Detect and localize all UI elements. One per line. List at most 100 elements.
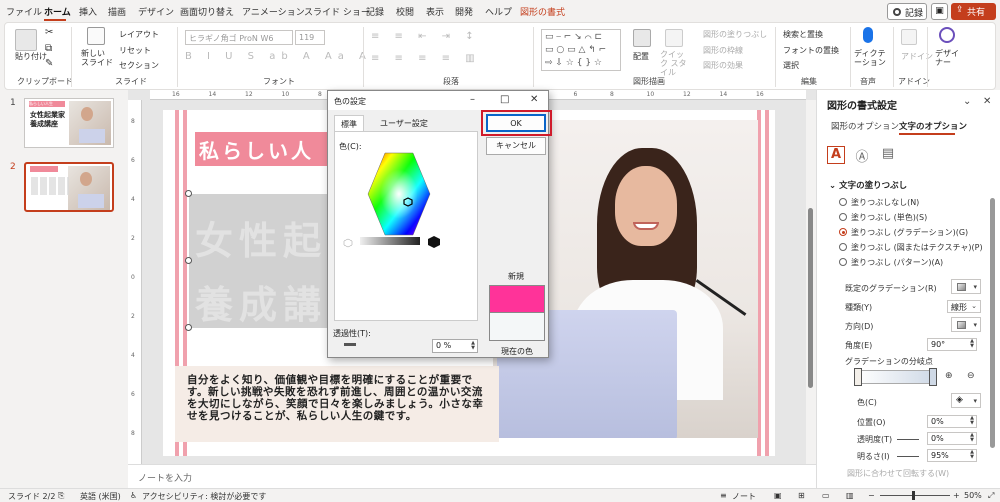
menu-view[interactable]: 表示 bbox=[426, 5, 444, 18]
editor-scrollbar-thumb[interactable] bbox=[808, 208, 813, 388]
preset-gradient-dropdown[interactable]: ▾ bbox=[951, 279, 981, 294]
spin-arrows-icon[interactable]: ▲ ▼ bbox=[970, 416, 974, 426]
menu-file[interactable]: ファイル bbox=[6, 5, 42, 18]
designer-button[interactable]: デザイナー bbox=[935, 49, 959, 67]
text-effects-icon[interactable]: Ⓐ bbox=[853, 146, 871, 165]
layout-button[interactable]: レイアウト bbox=[119, 29, 159, 40]
spin-arrows-icon[interactable]: ▲ ▼ bbox=[970, 433, 974, 443]
spin-arrows-icon[interactable]: ▲ ▼ bbox=[471, 341, 475, 351]
slide-thumbnail-1[interactable]: 私らしい人生 女性起業家 養成講座 bbox=[24, 98, 114, 148]
slide-title[interactable]: 私らしい人 bbox=[199, 135, 314, 164]
fit-slide-icon[interactable]: ⤢ bbox=[988, 491, 994, 501]
tab-standard[interactable]: 標準 bbox=[334, 115, 364, 131]
dictate-button[interactable]: ディクテーション bbox=[854, 49, 888, 67]
reading-view-icon[interactable]: ▭ bbox=[822, 491, 830, 500]
menu-home[interactable]: ホーム bbox=[44, 5, 71, 18]
menu-help[interactable]: ヘルプ bbox=[485, 5, 512, 18]
quick-style-button[interactable]: クイック スタイル bbox=[660, 50, 690, 77]
menu-animations[interactable]: アニメーション bbox=[242, 5, 305, 18]
menu-transitions[interactable]: 画面切り替え bbox=[180, 5, 234, 18]
addins-button[interactable]: アドイン bbox=[901, 51, 933, 62]
section-button[interactable]: セクション bbox=[119, 60, 159, 71]
copy-icon[interactable]: ⧉ bbox=[45, 43, 52, 54]
shape-effects-button[interactable]: 図形の効果 bbox=[703, 60, 743, 71]
type-dropdown[interactable]: 線形 ⌄ bbox=[947, 300, 981, 313]
radio-pattern-fill[interactable] bbox=[839, 258, 847, 266]
position-input[interactable]: 0% ▲ ▼ bbox=[927, 415, 977, 428]
radio-gradient-fill[interactable] bbox=[839, 228, 847, 236]
grayscale-row[interactable] bbox=[360, 237, 420, 245]
new-slide-button[interactable]: 新しい スライド bbox=[81, 49, 113, 67]
shape-outline-button[interactable]: 図形の枠線 bbox=[703, 45, 743, 56]
paragraph-buttons-top[interactable]: ≡ ≡ ⇤ ⇥ ↕ bbox=[371, 31, 480, 42]
transparency-slider[interactable] bbox=[344, 343, 356, 346]
microphone-icon[interactable] bbox=[863, 27, 873, 43]
zoom-in-icon[interactable]: + bbox=[953, 491, 960, 500]
select-button[interactable]: 選択 bbox=[783, 60, 799, 71]
text-fill-outline-icon[interactable]: A bbox=[827, 146, 845, 164]
shapes-row3[interactable]: ⇨ ⇩ ☆ { } ☆ bbox=[545, 58, 602, 68]
transparency-input[interactable]: 0% ▲ ▼ bbox=[927, 432, 977, 445]
radio-no-fill[interactable] bbox=[839, 198, 847, 206]
cancel-button[interactable]: キャンセル bbox=[486, 137, 546, 155]
resize-handle-middle-left[interactable] bbox=[185, 257, 192, 264]
record-button[interactable]: 記録 bbox=[887, 3, 927, 20]
format-painter-icon[interactable]: ✎ bbox=[45, 58, 53, 69]
maximize-icon[interactable]: □ bbox=[500, 94, 509, 105]
zoom-out-icon[interactable]: − bbox=[868, 491, 875, 500]
zoom-slider[interactable] bbox=[880, 495, 950, 496]
body-text[interactable]: 自分をよく知り、価値観や目標を明確にすることが重要です。新しい挑戦や失敗を恐れず… bbox=[187, 374, 487, 422]
addins-icon[interactable] bbox=[901, 29, 917, 45]
shapes-row2[interactable]: ▭ ○ ▭ △ ↰ ⌐ bbox=[545, 45, 606, 55]
remove-stop-icon[interactable]: ⊖ bbox=[967, 371, 975, 381]
menu-review[interactable]: 校閲 bbox=[396, 5, 414, 18]
gradient-stop-left[interactable] bbox=[854, 368, 862, 386]
text-fill-section[interactable]: ⌄ 文字の塗りつぶし bbox=[829, 179, 907, 191]
find-replace-button[interactable]: 検索と置換 bbox=[783, 29, 823, 40]
tab-custom[interactable]: ユーザー設定 bbox=[374, 115, 434, 131]
notes-pane[interactable]: ノートを入力 bbox=[128, 464, 816, 488]
paste-button[interactable]: 貼り付け bbox=[15, 51, 47, 62]
rotate-with-shape-checkbox[interactable]: 図形に合わせて回転する(W) bbox=[847, 468, 949, 479]
shape-fill-button[interactable]: 図形の塗りつぶし bbox=[703, 29, 767, 40]
font-replace-button[interactable]: フォントの置換 bbox=[783, 45, 839, 56]
minimize-icon[interactable]: – bbox=[470, 94, 475, 105]
resize-handle-bottom-left[interactable] bbox=[185, 324, 192, 331]
font-size-input[interactable]: 119 bbox=[295, 30, 325, 45]
resize-handle-top-left[interactable] bbox=[185, 190, 192, 197]
white-swatch[interactable] bbox=[343, 238, 353, 248]
close-icon[interactable]: ✕ bbox=[983, 96, 991, 107]
menu-design[interactable]: デザイン bbox=[138, 5, 174, 18]
designer-icon[interactable] bbox=[939, 27, 955, 43]
spin-arrows-icon[interactable]: ▲ ▼ bbox=[970, 450, 974, 460]
share-button[interactable]: ⇪ 共有 bbox=[951, 3, 996, 20]
radio-picture-fill[interactable] bbox=[839, 243, 847, 251]
angle-input[interactable]: 90° ▲ ▼ bbox=[927, 338, 977, 351]
quick-style-icon[interactable] bbox=[665, 29, 683, 47]
transparency-slider[interactable] bbox=[897, 439, 919, 440]
menu-record[interactable]: 記録 bbox=[366, 5, 384, 18]
transparency-input[interactable]: 0 % ▲ ▼ bbox=[432, 339, 478, 353]
status-accessibility[interactable]: アクセシビリティ: 検討が必要です bbox=[142, 491, 266, 502]
notes-icon[interactable]: ≡ bbox=[720, 491, 727, 500]
black-swatch[interactable] bbox=[428, 236, 440, 248]
gradient-stop-right[interactable] bbox=[929, 368, 937, 386]
zoom-slider-thumb[interactable] bbox=[912, 491, 915, 500]
normal-view-icon[interactable]: ▣ bbox=[774, 491, 782, 500]
tab-text-options[interactable]: 文字のオプション bbox=[899, 120, 967, 132]
add-stop-icon[interactable]: ⊕ bbox=[945, 371, 953, 381]
arrange-button[interactable]: 配置 bbox=[633, 51, 649, 62]
close-icon[interactable]: ✕ bbox=[530, 94, 538, 105]
status-zoom[interactable]: 50% bbox=[964, 491, 982, 500]
status-notes-button[interactable]: ノート bbox=[732, 491, 756, 502]
radio-solid-fill[interactable] bbox=[839, 213, 847, 221]
reset-button[interactable]: リセット bbox=[119, 45, 151, 56]
format-pane-scrollbar[interactable] bbox=[990, 198, 995, 448]
paste-icon[interactable] bbox=[15, 29, 37, 51]
menu-draw[interactable]: 描画 bbox=[108, 5, 126, 18]
menu-developer[interactable]: 開発 bbox=[455, 5, 473, 18]
new-slide-icon[interactable] bbox=[87, 27, 105, 45]
slide-thumbnail-2[interactable] bbox=[24, 162, 114, 212]
font-format-buttons[interactable]: B I U S ab A Aa A bbox=[185, 51, 372, 62]
brightness-input[interactable]: 95% ▲ ▼ bbox=[927, 449, 977, 462]
